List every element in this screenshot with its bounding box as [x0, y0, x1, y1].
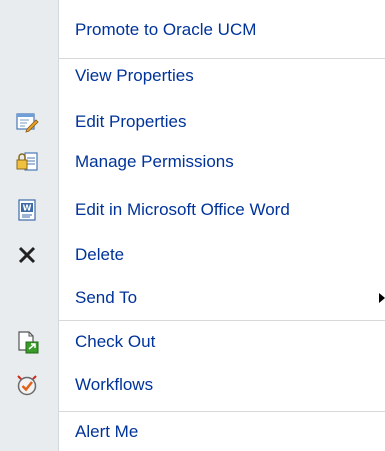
menu-item-send-to[interactable]: Send To	[0, 284, 385, 312]
menu-item-workflows[interactable]: Workflows	[0, 371, 385, 399]
menu-item-promote-to-oracle-ucm[interactable]: Promote to Oracle UCM	[0, 16, 385, 44]
menu-item-label: Edit in Microsoft Office Word	[75, 200, 290, 219]
menu-item-manage-permissions[interactable]: Manage Permissions	[0, 148, 385, 176]
menu-item-label: Workflows	[75, 375, 154, 394]
menu-item-label: Check Out	[75, 332, 156, 351]
menu-item-edit-in-word[interactable]: W Edit in Microsoft Office Word	[0, 196, 385, 224]
menu-item-label: Send To	[75, 288, 138, 307]
menu-item-alert-me[interactable]: Alert Me	[0, 418, 385, 446]
check-out-icon	[14, 329, 40, 355]
menu-item-label: Alert Me	[75, 422, 139, 441]
menu-item-label: Manage Permissions	[75, 152, 234, 171]
svg-text:W: W	[23, 204, 32, 213]
menu-separator	[58, 411, 385, 412]
menu-separator	[58, 58, 385, 59]
context-menu: Promote to Oracle UCM View Properties Ed…	[0, 0, 385, 451]
word-document-icon: W	[14, 197, 40, 223]
menu-item-view-properties[interactable]: View Properties	[0, 62, 385, 90]
workflows-icon	[14, 372, 40, 398]
submenu-arrow-icon	[379, 293, 385, 303]
menu-item-check-out[interactable]: Check Out	[0, 328, 385, 356]
edit-properties-icon	[14, 109, 40, 135]
menu-item-label: Edit Properties	[75, 112, 187, 131]
menu-item-label: View Properties	[75, 66, 194, 85]
delete-x-icon	[14, 242, 40, 268]
menu-item-label: Promote to Oracle UCM	[75, 20, 257, 39]
menu-item-edit-properties[interactable]: Edit Properties	[0, 108, 385, 136]
manage-permissions-icon	[14, 149, 40, 175]
menu-separator	[58, 320, 385, 321]
menu-item-label: Delete	[75, 245, 125, 264]
menu-item-delete[interactable]: Delete	[0, 241, 385, 269]
